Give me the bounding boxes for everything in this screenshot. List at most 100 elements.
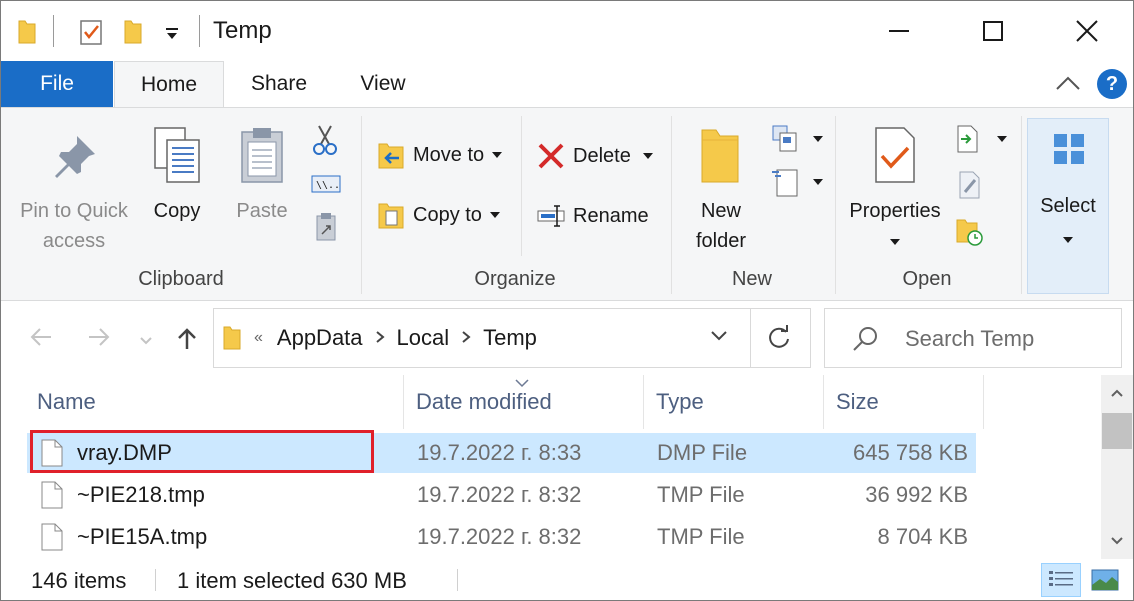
- close-button[interactable]: [1041, 1, 1133, 61]
- copy-button[interactable]: Copy: [141, 126, 213, 226]
- column-separator[interactable]: [983, 375, 984, 429]
- vertical-scrollbar[interactable]: [1101, 375, 1133, 559]
- pin-label-line2: access: [42, 230, 106, 252]
- recent-locations-button[interactable]: [139, 333, 153, 351]
- breadcrumb-item[interactable]: AppData: [277, 325, 363, 351]
- back-button[interactable]: [29, 325, 53, 354]
- rename-button[interactable]: Rename: [537, 202, 649, 230]
- new-folder-button[interactable]: New folder: [685, 126, 757, 256]
- address-separator: [750, 309, 751, 367]
- rename-icon: [537, 205, 565, 227]
- file-type: TMP File: [657, 482, 745, 507]
- new-folder-icon: [701, 129, 739, 183]
- column-separator[interactable]: [823, 375, 824, 429]
- history-icon: [956, 219, 983, 246]
- new-folder-label-line1: New: [700, 200, 741, 222]
- column-separator[interactable]: [643, 375, 644, 429]
- help-button[interactable]: ?: [1097, 69, 1127, 99]
- tab-share[interactable]: Share: [237, 61, 321, 107]
- svg-text:\\...: \\...: [316, 180, 341, 191]
- breadcrumb-overflow[interactable]: «: [254, 329, 263, 347]
- delete-label: Delete: [573, 144, 631, 167]
- new-item-dropdown-icon: [813, 136, 823, 142]
- group-label-open: Open: [902, 268, 952, 290]
- collapse-ribbon-button[interactable]: [1053, 69, 1083, 99]
- ribbon-home: Pin to Quick access Copy Paste \\...: [1, 107, 1133, 301]
- maximize-button[interactable]: [947, 1, 1039, 61]
- paste-shortcut-button[interactable]: [315, 212, 345, 242]
- search-placeholder: Search Temp: [905, 326, 1035, 351]
- properties-icon: [875, 127, 915, 183]
- chevron-up-icon: [1056, 76, 1080, 90]
- refresh-button[interactable]: [766, 325, 792, 356]
- arrow-up-icon: [178, 328, 196, 349]
- move-to-dropdown-icon: [492, 152, 503, 158]
- properties-button[interactable]: Properties: [843, 126, 947, 256]
- up-button[interactable]: [175, 327, 199, 356]
- large-icons-view-button[interactable]: [1085, 563, 1125, 597]
- properties-dropdown-icon: [890, 238, 900, 245]
- tab-view[interactable]: View: [346, 61, 420, 107]
- paste-shortcut-icon: [316, 213, 336, 241]
- paste-button[interactable]: Paste: [225, 126, 299, 226]
- copy-to-button[interactable]: Copy to: [377, 200, 500, 230]
- scroll-down-icon[interactable]: [1110, 533, 1124, 551]
- large-icons-view-icon: [1091, 569, 1119, 591]
- scissors-icon: [313, 125, 337, 155]
- new-folder-quick-icon[interactable]: [123, 19, 143, 50]
- details-view-button[interactable]: [1041, 563, 1081, 597]
- address-bar[interactable]: « AppData Local Temp: [213, 308, 811, 368]
- navigation-bar: « AppData Local Temp Search Temp: [1, 301, 1133, 375]
- pin-quick-access-button[interactable]: Pin to Quick access: [11, 132, 137, 256]
- select-button[interactable]: Select: [1027, 118, 1109, 294]
- customize-toolbar-dropdown-icon[interactable]: [165, 27, 179, 45]
- move-to-button[interactable]: Move to: [377, 140, 503, 170]
- file-type: DMP File: [657, 440, 748, 465]
- column-header-date[interactable]: Date modified: [416, 375, 552, 429]
- file-date: 19.7.2022 г. 8:32: [417, 482, 582, 507]
- refresh-icon: [769, 325, 789, 348]
- arrow-right-icon: [89, 328, 110, 346]
- minimize-icon: [889, 30, 909, 32]
- address-history-button[interactable]: [710, 329, 728, 348]
- tab-home[interactable]: Home: [114, 61, 224, 108]
- move-to-icon: [378, 143, 404, 169]
- scroll-thumb[interactable]: [1102, 413, 1132, 449]
- properties-quick-icon[interactable]: [79, 18, 105, 51]
- folder-icon: [17, 19, 37, 50]
- history-button[interactable]: [955, 214, 993, 246]
- scroll-up-icon[interactable]: [1110, 385, 1124, 403]
- tab-file[interactable]: File: [1, 61, 113, 107]
- minimize-button[interactable]: [853, 1, 945, 61]
- forward-button[interactable]: [87, 325, 111, 354]
- column-header-type[interactable]: Type: [656, 375, 704, 429]
- cut-button[interactable]: [313, 124, 345, 156]
- breadcrumb-chevron-icon[interactable]: [461, 328, 471, 349]
- column-separator[interactable]: [403, 375, 404, 429]
- delete-button[interactable]: Delete: [537, 142, 653, 170]
- copy-path-button[interactable]: \\...: [311, 174, 349, 194]
- easy-access-dropdown-icon: [813, 179, 823, 185]
- window-title: Temp: [213, 17, 272, 44]
- new-folder-label-line2: folder: [695, 230, 747, 252]
- column-header-name[interactable]: Name: [37, 375, 96, 429]
- file-size: 8 704 KB: [877, 524, 968, 549]
- status-separator: [457, 569, 458, 591]
- breadcrumb-item[interactable]: Local: [397, 325, 450, 351]
- search-box[interactable]: Search Temp: [824, 308, 1122, 368]
- selection-info: 1 item selected 630 MB: [177, 568, 407, 593]
- chevron-down-icon: [711, 331, 727, 341]
- breadcrumb: « AppData Local Temp: [222, 309, 537, 367]
- easy-access-button[interactable]: [771, 166, 823, 198]
- open-dropdown-icon: [997, 136, 1007, 142]
- edit-button[interactable]: [957, 170, 991, 200]
- file-row[interactable]: ~PIE15A.tmp 19.7.2022 г. 8:32 TMP File 8…: [27, 517, 976, 557]
- delete-icon: [538, 143, 564, 169]
- new-item-button[interactable]: [771, 124, 823, 154]
- open-button[interactable]: [955, 124, 1007, 154]
- breadcrumb-chevron-icon[interactable]: [375, 328, 385, 349]
- column-header-size[interactable]: Size: [836, 375, 879, 429]
- ribbon-tabs: File Home Share View ?: [1, 61, 1133, 108]
- file-row[interactable]: ~PIE218.tmp 19.7.2022 г. 8:32 TMP File 3…: [27, 475, 976, 515]
- breadcrumb-item[interactable]: Temp: [483, 325, 537, 351]
